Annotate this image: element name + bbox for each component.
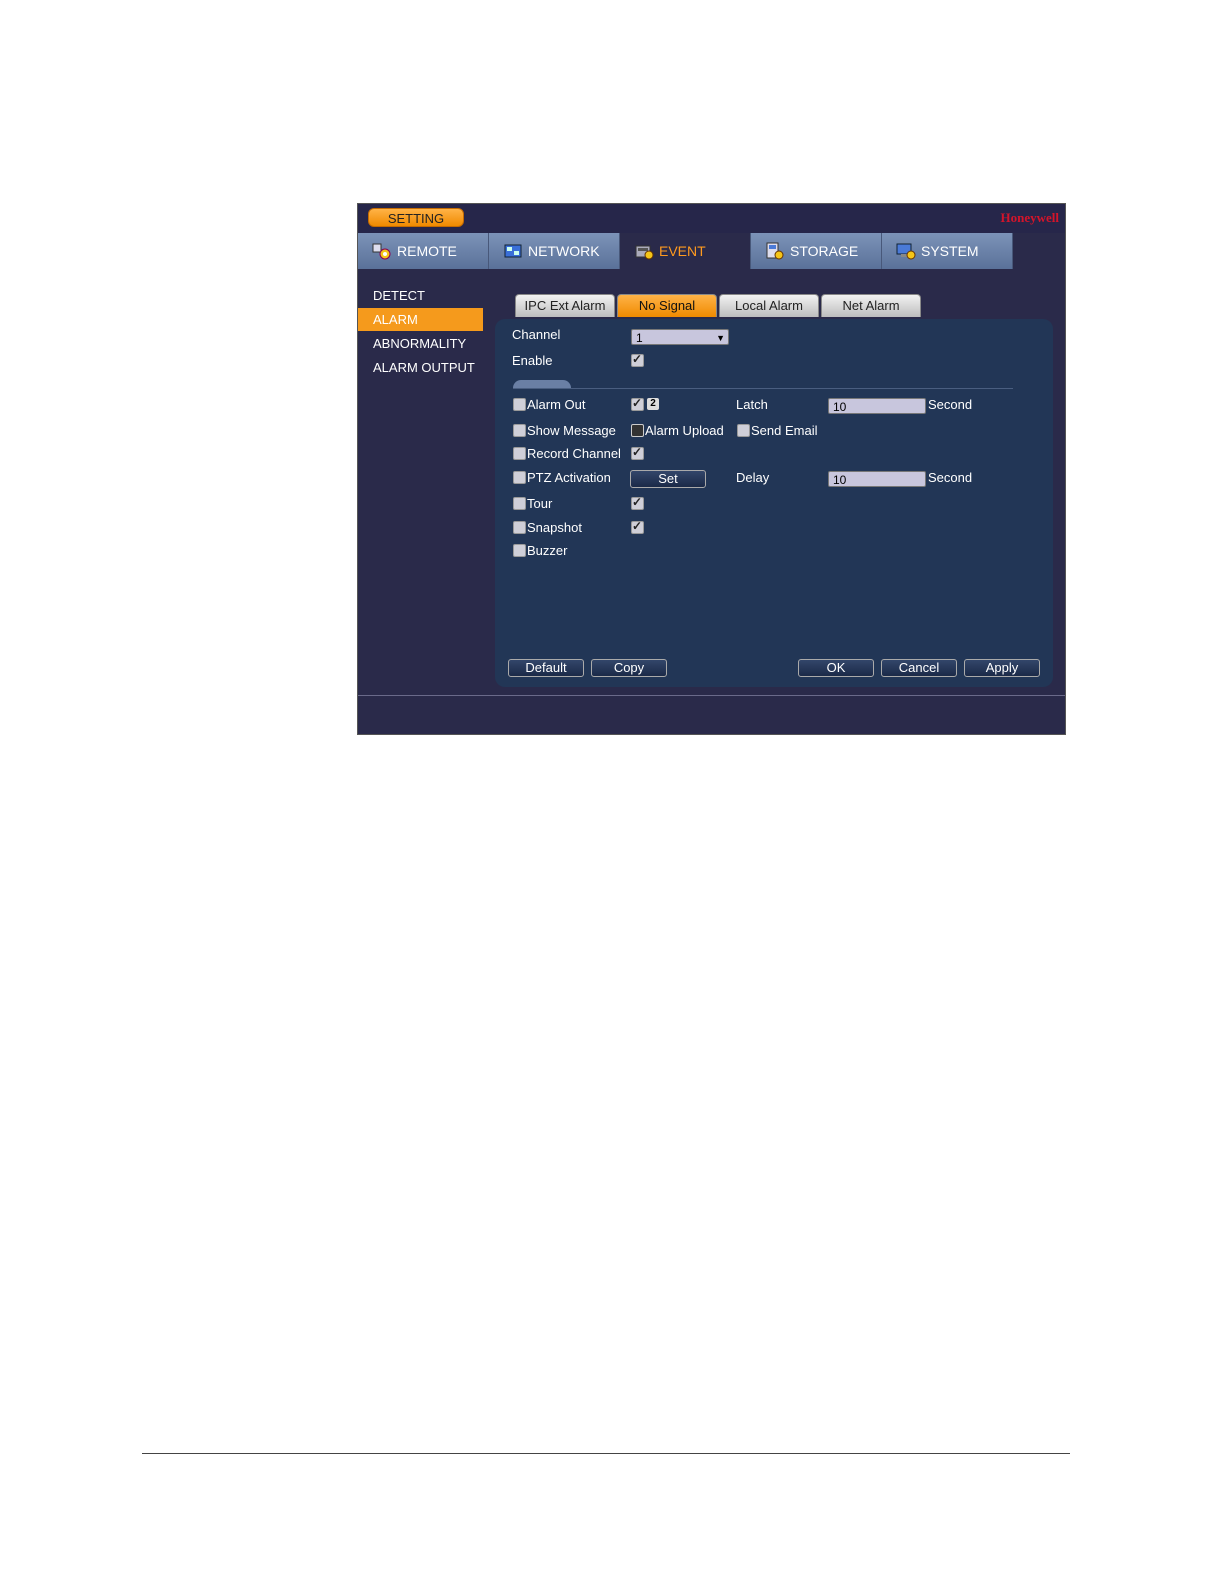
tab-event[interactable]: EVENT [620,233,751,269]
channel-value: 1 [636,331,643,345]
send-email-label: Send Email [751,423,818,438]
subtab-ipc-ext-alarm[interactable]: IPC Ext Alarm [515,294,615,317]
channel-label: Channel [512,327,561,342]
menu-item-detect[interactable]: DETECT [358,284,483,307]
menu-item-alarm[interactable]: ALARM [358,308,483,331]
latch-label: Latch [736,397,768,412]
tab-network[interactable]: NETWORK [489,233,620,269]
snapshot-channel-checkbox[interactable] [631,519,644,534]
alarm-upload-label: Alarm Upload [645,423,724,438]
copy-button[interactable]: Copy [591,659,667,677]
menu-item-alarm-output[interactable]: ALARM OUTPUT [358,356,483,379]
buzzer-label: Buzzer [527,543,568,558]
event-icon [634,242,654,260]
tab-label: NETWORK [528,243,600,259]
enable-checkbox[interactable] [631,352,644,367]
storage-icon [765,242,785,260]
subtab-no-signal[interactable]: No Signal [617,294,717,317]
record-channel-label: Record Channel [527,446,621,461]
snapshot-checkbox[interactable] [513,521,526,534]
left-menu: DETECT ALARM ABNORMALITY ALARM OUTPUT [358,284,483,380]
ptz-activation-label: PTZ Activation [527,470,611,485]
tab-system[interactable]: SYSTEM [882,233,1013,269]
menu-item-abnormality[interactable]: ABNORMALITY [358,332,483,355]
default-button[interactable]: Default [508,659,584,677]
setting-button[interactable]: SETTING [368,208,464,227]
main-tabs: REMOTE NETWORK EVENT STORAGE SYSTEM [358,233,1013,269]
page-footer-rule [142,1453,1070,1454]
ok-button[interactable]: OK [798,659,874,677]
delay-input[interactable]: 10 [828,471,926,487]
alarm-upload-checkbox[interactable] [631,424,644,437]
tab-label: EVENT [659,243,706,259]
chevron-down-icon: ▼ [716,333,725,343]
remote-icon [372,242,392,260]
top-bar: SETTING Honeywell [358,204,1065,233]
cancel-button[interactable]: Cancel [881,659,957,677]
subtab-net-alarm[interactable]: Net Alarm [821,294,921,317]
delay-label: Delay [736,470,770,485]
tab-label: SYSTEM [921,243,979,259]
tour-label: Tour [527,496,553,511]
system-icon [896,242,916,260]
tab-label: STORAGE [790,243,859,259]
latch-input[interactable]: 10 [828,398,926,414]
tab-label: REMOTE [397,243,457,259]
network-icon [503,242,523,260]
tour-checkbox[interactable] [513,497,526,510]
record-channel-1-checkbox[interactable] [631,445,644,460]
buzzer-checkbox[interactable] [513,544,526,557]
section-divider [513,388,1013,389]
enable-label: Enable [512,353,553,368]
alarm-out-channel-number: 2 [647,398,659,410]
dvr-settings-window: SETTING Honeywell REMOTE NETWORK EVENT S… [357,203,1066,735]
channel-select[interactable]: 1 ▼ [631,329,729,345]
snapshot-label: Snapshot [527,520,582,535]
latch-unit-label: Second [928,397,973,412]
sub-tabs: IPC Ext Alarm No Signal Local Alarm Net … [515,294,923,317]
status-divider [358,695,1065,696]
ptz-activation-checkbox[interactable] [513,471,526,484]
tab-remote[interactable]: REMOTE [358,233,489,269]
section-tab-handle [513,380,571,388]
show-message-label: Show Message [527,423,616,438]
brand-logo: Honeywell [1000,210,1060,225]
apply-button[interactable]: Apply [964,659,1040,677]
delay-unit-label: Second [928,470,973,485]
alarm-out-checkbox[interactable] [513,398,526,411]
tour-channel-checkbox[interactable] [631,495,644,510]
show-message-checkbox[interactable] [513,424,526,437]
alarm-out-channel-checkbox[interactable] [631,396,644,411]
alarm-settings-panel: Channel 1 ▼ Enable Alarm Out 2 Latch 10 … [495,319,1053,687]
subtab-local-alarm[interactable]: Local Alarm [719,294,819,317]
tab-storage[interactable]: STORAGE [751,233,882,269]
alarm-out-label: Alarm Out [527,397,586,412]
record-channel-checkbox[interactable] [513,447,526,460]
send-email-checkbox[interactable] [737,424,750,437]
ptz-set-button[interactable]: Set [630,470,706,488]
